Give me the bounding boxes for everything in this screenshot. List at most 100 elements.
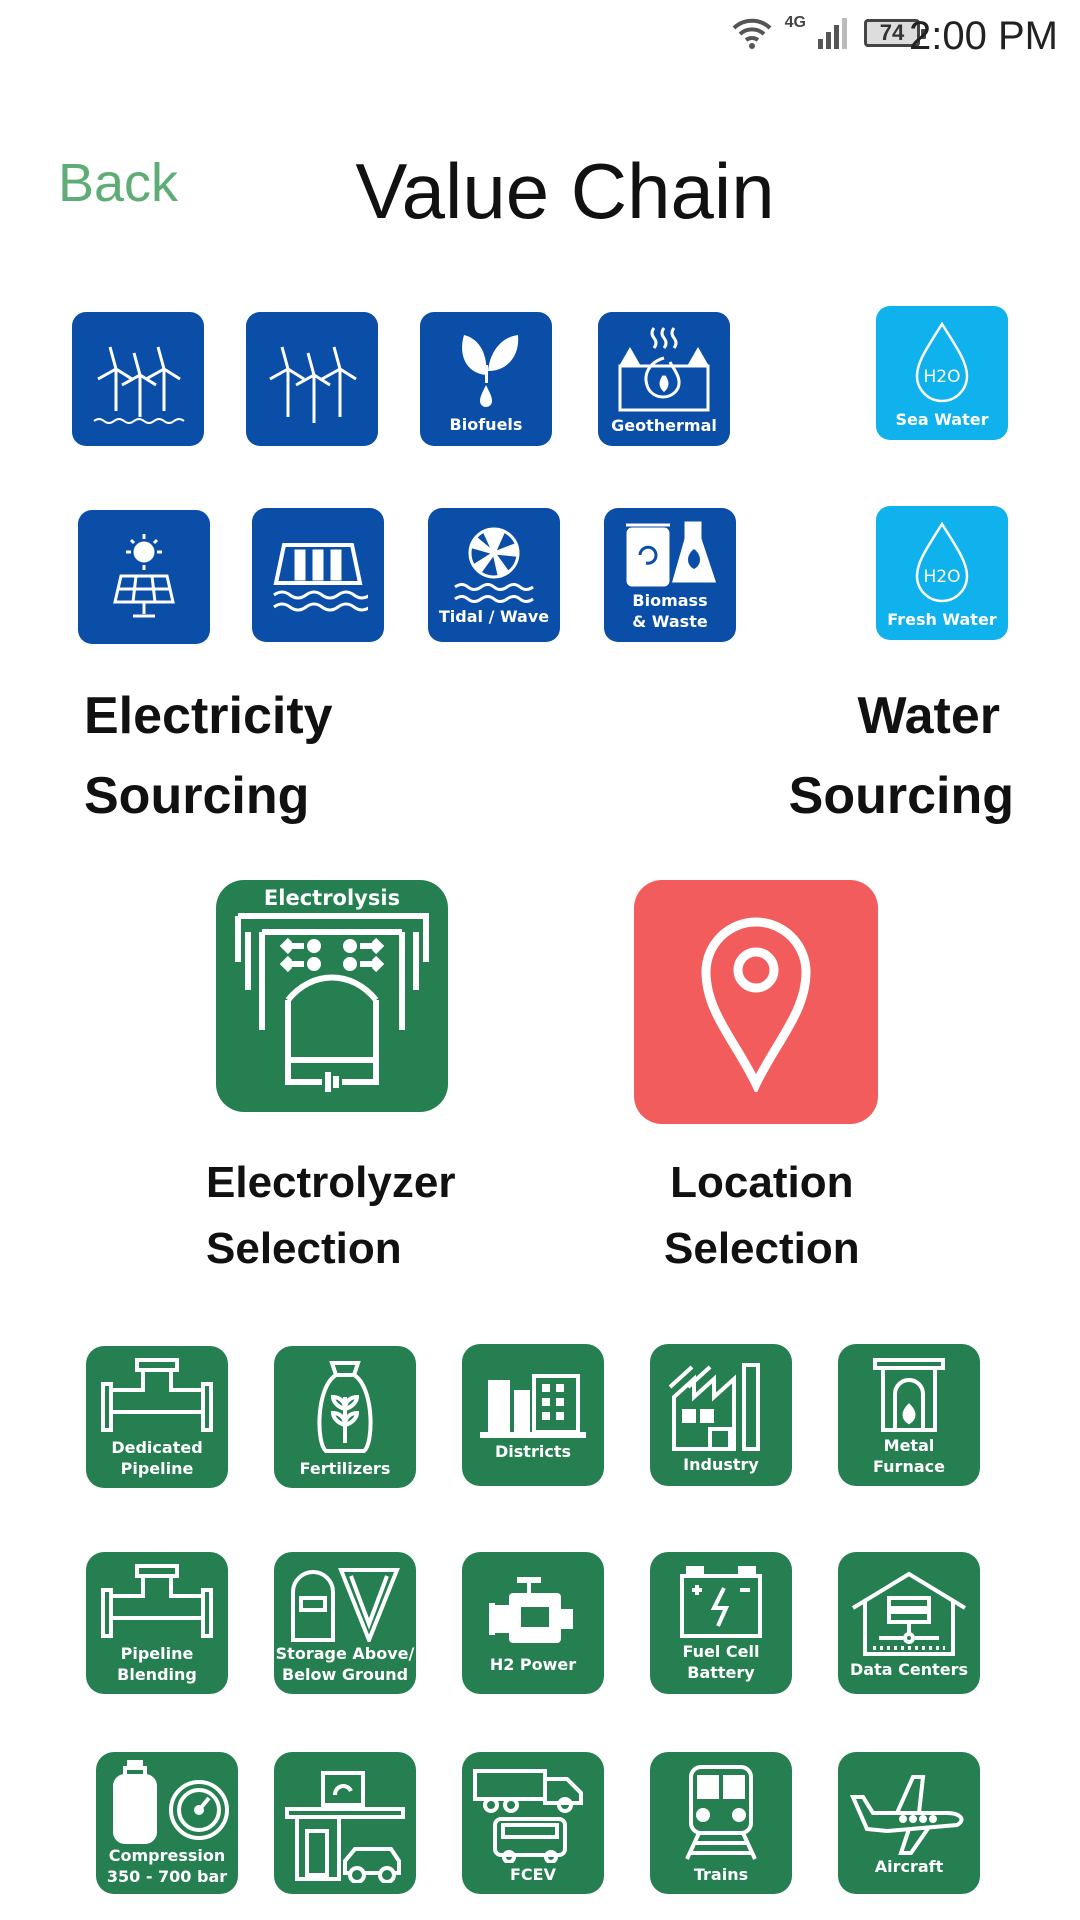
- sea-water-tile[interactable]: H2O Sea Water: [876, 306, 1008, 440]
- h2o-symbol: H2O: [924, 367, 961, 387]
- tile-label: Fertilizers: [299, 1458, 391, 1478]
- solar-tile[interactable]: [78, 510, 210, 644]
- fuel-cell-battery-tile[interactable]: Fuel Cell Battery: [650, 1552, 792, 1694]
- tile-label-line1: Compression: [108, 1846, 226, 1865]
- label-line2: Selection: [664, 1224, 860, 1273]
- fresh-water-tile[interactable]: H2O Fresh Water: [876, 506, 1008, 640]
- fertilizer-bag-icon: [317, 1360, 373, 1453]
- biomass-waste-icon: [626, 521, 717, 587]
- trains-tile[interactable]: Trains: [650, 1752, 792, 1894]
- electrolysis-icon: [235, 913, 429, 1092]
- tile-label-line1: Biomass: [632, 591, 708, 610]
- furnace-icon: [873, 1358, 945, 1432]
- tidal-wave-tile[interactable]: Tidal / Wave: [428, 508, 560, 642]
- pipeline-blending-icon: [101, 1564, 213, 1638]
- tile-label: Data Centers: [850, 1659, 968, 1679]
- tile-label-line2: & Waste: [632, 612, 708, 631]
- electricity-sourcing-heading: Electricity Sourcing: [84, 676, 333, 836]
- heading-line1: Water: [857, 687, 1000, 745]
- wifi-icon: [732, 18, 772, 49]
- heading-line2: Sourcing: [84, 767, 310, 825]
- tile-label-line2: 350 - 700 bar: [106, 1867, 228, 1886]
- tile-label-line1: Fuel Cell: [682, 1642, 760, 1661]
- tile-label-line1: Dedicated: [111, 1438, 203, 1457]
- h2-power-tile[interactable]: H2 Power: [462, 1552, 604, 1694]
- hydro-dam-tile[interactable]: [252, 508, 384, 642]
- tile-label-line2: Blending: [117, 1665, 197, 1684]
- battery-level: 74: [879, 20, 905, 45]
- biofuels-icon: [462, 334, 519, 407]
- tile-label: Aircraft: [874, 1856, 944, 1876]
- tile-label: H2 Power: [489, 1654, 577, 1674]
- tile-label: Sea Water: [895, 409, 989, 429]
- geothermal-icon: [618, 326, 710, 411]
- train-icon: [685, 1764, 757, 1860]
- tile-label: Fresh Water: [887, 609, 997, 629]
- label-line2: Selection: [206, 1224, 402, 1273]
- tile-label: Tidal / Wave: [438, 606, 550, 626]
- pipeline-blending-tile[interactable]: Pipeline Blending: [86, 1552, 228, 1694]
- geothermal-tile[interactable]: Geothermal: [598, 312, 730, 446]
- tile-label: FCEV: [510, 1864, 556, 1884]
- offshore-wind-tile[interactable]: [72, 312, 204, 446]
- tile-label: Trains: [693, 1864, 749, 1884]
- compression-gauge-icon: [113, 1760, 229, 1844]
- battery-icon: [680, 1566, 762, 1638]
- status-icons: 4G 74: [731, 14, 926, 50]
- tile-label: Geothermal: [611, 415, 717, 435]
- status-bar: 4G 74 2:00 PM: [0, 0, 1080, 72]
- tile-label-line1: Metal: [883, 1436, 935, 1455]
- water-sourcing-heading: Water Sourcing: [789, 676, 1014, 836]
- compression-tile[interactable]: Compression 350 - 700 bar: [96, 1752, 238, 1894]
- h2-power-icon: [489, 1576, 573, 1643]
- tile-label-line2: Below Ground: [281, 1665, 409, 1684]
- storage-tile[interactable]: Storage Above/ Below Ground: [274, 1552, 416, 1694]
- tile-label-line2: Furnace: [873, 1457, 945, 1476]
- fcev-truck-icon: [473, 1768, 583, 1863]
- pipeline-icon: [101, 1358, 213, 1432]
- dedicated-pipeline-tile[interactable]: Dedicated Pipeline: [86, 1346, 228, 1488]
- solar-icon: [113, 534, 175, 618]
- storage-icon: [291, 1568, 400, 1642]
- industry-tile[interactable]: Industry: [650, 1344, 792, 1486]
- label-line1: Electrolyzer: [206, 1158, 456, 1207]
- electrolysis-tile-label: Electrolysis: [263, 886, 401, 910]
- location-selection-tile[interactable]: [634, 880, 878, 1124]
- aircraft-tile[interactable]: Aircraft: [838, 1752, 980, 1894]
- industry-icon: [668, 1362, 760, 1451]
- hydro-dam-icon: [273, 543, 368, 612]
- tile-label-line2: Pipeline: [120, 1459, 194, 1478]
- biofuels-tile[interactable]: Biofuels: [420, 312, 552, 446]
- tile-label: Districts: [495, 1441, 571, 1461]
- fuel-station-icon: [285, 1771, 405, 1883]
- onshore-wind-icon: [269, 346, 357, 423]
- electrolyzer-selection-tile[interactable]: Electrolysis: [216, 880, 448, 1112]
- fuel-station-tile[interactable]: [274, 1752, 416, 1894]
- heading-line2: Sourcing: [788, 767, 1014, 825]
- districts-icon: [480, 1373, 586, 1438]
- signal-icon: [818, 18, 847, 49]
- electrolyzer-selection-label: Electrolyzer Selection: [206, 1150, 455, 1282]
- tile-label-line2: Battery: [687, 1663, 755, 1682]
- tile-label-line1: Pipeline: [120, 1644, 194, 1663]
- metal-furnace-tile[interactable]: Metal Furnace: [838, 1344, 980, 1486]
- fertilizers-tile[interactable]: Fertilizers: [274, 1346, 416, 1488]
- tidal-wave-icon: [454, 527, 534, 603]
- h2o-symbol: H2O: [924, 567, 961, 587]
- aircraft-icon: [849, 1774, 964, 1855]
- location-selection-label: Location Selection: [664, 1150, 860, 1282]
- data-centers-tile[interactable]: Data Centers: [838, 1552, 980, 1694]
- tile-label-line1: Storage Above/: [275, 1644, 415, 1663]
- onshore-wind-tile[interactable]: [246, 312, 378, 446]
- heading-line1: Electricity: [84, 687, 333, 745]
- sea-water-drop-icon: H2O: [915, 321, 969, 402]
- status-time: 2:00 PM: [909, 14, 1058, 58]
- label-line1: Location: [670, 1158, 854, 1207]
- fcev-tile[interactable]: FCEV: [462, 1752, 604, 1894]
- network-type-label: 4G: [784, 14, 806, 31]
- data-center-icon: [851, 1571, 967, 1656]
- districts-tile[interactable]: Districts: [462, 1344, 604, 1486]
- offshore-wind-icon: [93, 346, 185, 424]
- tile-label: Industry: [683, 1454, 759, 1474]
- biomass-waste-tile[interactable]: Biomass & Waste: [604, 508, 736, 642]
